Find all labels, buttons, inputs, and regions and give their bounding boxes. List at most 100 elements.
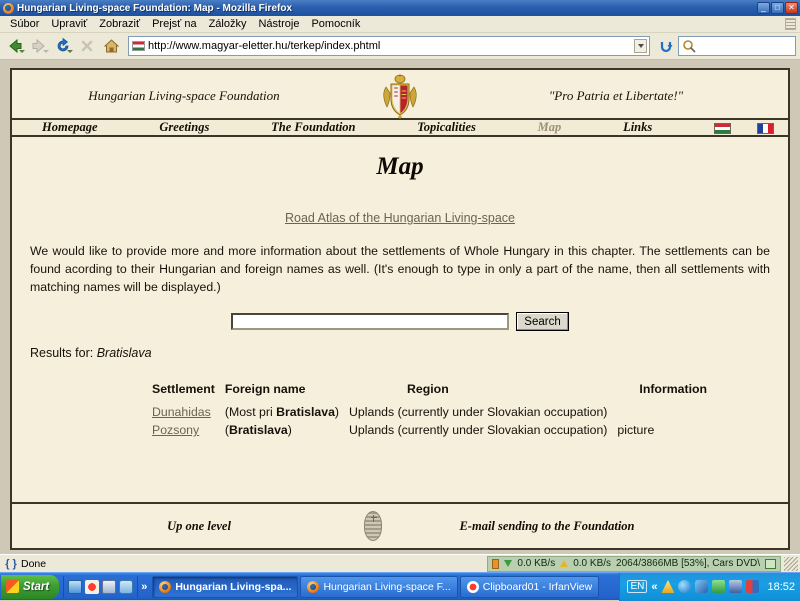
irfanview-icon [467, 581, 479, 593]
status-text: Done [21, 558, 487, 570]
system-tray: EN « 18:52 [619, 573, 800, 601]
forward-button[interactable] [28, 35, 50, 57]
navigation-toolbar: http://www.magyar-eletter.hu/terkep/inde… [0, 33, 800, 60]
reload-dropdown-caret-icon[interactable] [67, 50, 73, 53]
media-icon[interactable] [695, 580, 708, 593]
french-flag-icon[interactable] [757, 123, 774, 134]
nav-item-links[interactable]: Links [623, 120, 652, 135]
cell-information [617, 403, 717, 421]
cell-region: Uplands (currently under Slovakian occup… [349, 421, 617, 439]
volume-icon[interactable] [746, 580, 759, 593]
task-label: Hungarian Living-space F... [323, 581, 450, 593]
home-icon [102, 37, 121, 55]
maximize-button[interactable]: □ [771, 2, 784, 14]
task-button-firefox-second[interactable]: Hungarian Living-space F... [300, 576, 457, 598]
site-title-block: Hungarian Living-space Foundation [34, 87, 334, 105]
start-label: Start [23, 581, 49, 593]
firefox-icon [307, 581, 319, 593]
chevron-down-icon [638, 44, 644, 48]
page-viewport: Hungarian Living-space Foundation [0, 60, 800, 554]
window-controls: _ □ ✕ [757, 2, 798, 14]
hungarian-flag-icon[interactable] [714, 123, 731, 134]
site-navigation: Homepage Greetings The Foundation Topica… [12, 118, 788, 137]
road-atlas-link[interactable]: Road Atlas of the Hungarian Living-space [285, 211, 515, 225]
back-dropdown-caret-icon[interactable] [19, 50, 25, 53]
menu-item-upravit[interactable]: Upraviť [45, 17, 93, 31]
upload-speed-text: 0.0 KB/s [573, 558, 611, 569]
search-form: Search [30, 312, 770, 331]
back-button[interactable] [4, 35, 26, 57]
cell-foreign-name: (Bratislava) [225, 421, 349, 439]
settlement-link-dunahidas[interactable]: Dunahidas [152, 405, 211, 419]
firefox-icon [159, 581, 171, 593]
search-button[interactable]: Search [516, 312, 568, 331]
up-one-level-link[interactable]: Up one level [167, 519, 231, 533]
menu-item-subor[interactable]: Súbor [4, 17, 45, 31]
menu-item-pomocnik[interactable]: Pomocník [305, 17, 366, 31]
url-text[interactable]: http://www.magyar-eletter.hu/terkep/inde… [148, 40, 634, 52]
menu-item-zobrazit[interactable]: Zobraziť [93, 17, 146, 31]
system-monitor-panel[interactable]: 0.0 KB/s 0.0 KB/s 2064/3866MB [53%], Car… [487, 556, 781, 572]
search-input[interactable] [231, 313, 509, 330]
nav-item-topicalities[interactable]: Topicalities [417, 120, 476, 135]
web-page: Hungarian Living-space Foundation [10, 68, 790, 550]
calculator-icon[interactable] [102, 580, 116, 594]
memory-usage-text: 2064/3866MB [53%], Cars DVD\ [616, 558, 760, 569]
results-for-label: Results for: Bratislava [30, 346, 770, 360]
language-bar-icon[interactable]: EN [627, 580, 647, 593]
minimize-button[interactable]: _ [757, 2, 770, 14]
show-desktop-icon[interactable] [68, 580, 82, 594]
stop-button[interactable] [76, 35, 98, 57]
resize-grip-icon[interactable] [784, 557, 798, 571]
tray-clock[interactable]: 18:52 [767, 581, 795, 593]
explorer-icon[interactable] [119, 580, 133, 594]
email-foundation-link[interactable]: E-mail sending to the Foundation [459, 519, 634, 533]
warning-icon[interactable] [661, 580, 674, 593]
url-dropdown-button[interactable] [634, 39, 647, 53]
home-button[interactable] [100, 35, 122, 57]
url-bar[interactable]: http://www.magyar-eletter.hu/terkep/inde… [128, 36, 650, 56]
quick-launch-chevron-icon[interactable]: » [138, 581, 150, 593]
site-header: Hungarian Living-space Foundation [12, 70, 788, 118]
nav-item-map[interactable]: Map [538, 120, 562, 135]
printer-icon[interactable] [729, 580, 742, 593]
table-row: Dunahidas (Most pri Bratislava) Uplands … [152, 403, 717, 421]
menu-item-prejst-na[interactable]: Prejsť na [146, 17, 202, 31]
menu-item-nastroje[interactable]: Nástroje [252, 17, 305, 31]
network-globe-icon[interactable] [678, 580, 691, 593]
settlement-link-pozsony[interactable]: Pozsony [152, 423, 199, 437]
page-title: Map [30, 153, 770, 181]
toolbar-grip-icon[interactable] [785, 18, 796, 30]
task-button-firefox-map[interactable]: Hungarian Living-spa... [152, 576, 298, 598]
menu-bar: Súbor Upraviť Zobraziť Prejsť na Záložky… [0, 16, 800, 33]
forward-dropdown-caret-icon[interactable] [43, 50, 49, 53]
tray-chevron-icon[interactable]: « [651, 581, 657, 593]
toolbar-search-box[interactable] [678, 36, 796, 56]
irfanview-icon[interactable] [85, 580, 99, 594]
network-connection-icon[interactable] [712, 580, 725, 593]
throbber-icon: { } [4, 557, 18, 570]
column-header-settlement: Settlement [152, 382, 225, 403]
browser-window: Hungarian Living-space Foundation: Map -… [0, 0, 800, 572]
footer-right: E-mail sending to the Foundation [382, 517, 712, 535]
table-header-row: Settlement Foreign name Region Informati… [152, 382, 717, 403]
nav-item-the-foundation[interactable]: The Foundation [271, 120, 355, 135]
window-titlebar: Hungarian Living-space Foundation: Map -… [0, 0, 800, 16]
site-favicon-hungarian-flag-icon [132, 41, 145, 51]
stop-icon [78, 37, 96, 55]
close-button[interactable]: ✕ [785, 2, 798, 14]
download-speed-text: 0.0 KB/s [517, 558, 555, 569]
nav-item-greetings[interactable]: Greetings [159, 120, 209, 135]
start-button[interactable]: Start [1, 575, 59, 599]
intro-paragraph: We would like to provide more and more i… [30, 243, 770, 296]
page-content: Map Road Atlas of the Hungarian Living-s… [12, 137, 788, 502]
task-button-irfanview[interactable]: Clipboard01 - IrfanView [460, 576, 600, 598]
menu-item-zalozky[interactable]: Záložky [203, 17, 253, 31]
go-icon [658, 38, 675, 55]
nav-item-homepage[interactable]: Homepage [42, 120, 98, 135]
cell-information: picture [617, 421, 717, 439]
go-button[interactable] [656, 35, 676, 57]
site-footer: Up one level E-mail sending to the Found… [12, 502, 788, 548]
results-search-term: Bratislava [97, 346, 152, 360]
reload-button[interactable] [52, 35, 74, 57]
